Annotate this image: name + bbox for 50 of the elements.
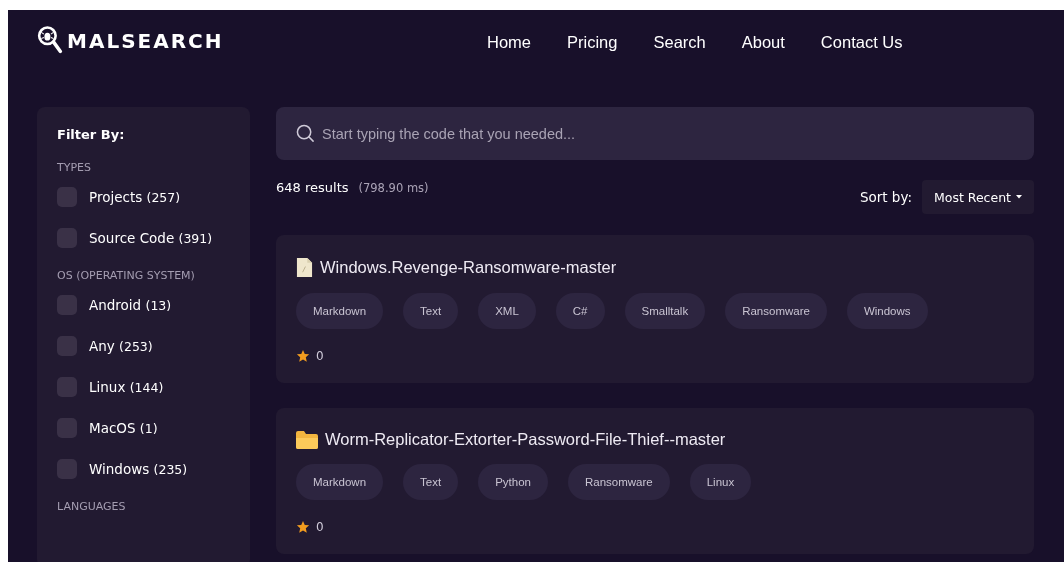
filter-option-label: Windows (235) — [89, 461, 188, 477]
checkbox[interactable] — [57, 336, 77, 356]
results-count: 648 results — [276, 180, 349, 195]
folder-icon — [296, 430, 318, 449]
tag[interactable]: XML — [478, 293, 536, 329]
tag[interactable]: Markdown — [296, 464, 384, 500]
tag[interactable]: Smalltalk — [624, 293, 706, 329]
tag[interactable]: Python — [478, 464, 548, 500]
result-title-link[interactable]: Windows.Revenge-Ransomware-master — [320, 258, 617, 277]
search-field[interactable]: Start typing the code that you needed... — [276, 107, 1034, 160]
result-title-link[interactable]: Worm-Replicator-Extorter-Password-File-Thief--master — [325, 430, 726, 449]
filter-heading: LANGUAGES — [57, 500, 127, 513]
tag[interactable]: Windows — [846, 293, 928, 329]
sort-dropdown[interactable]: Most Recent — [921, 180, 1034, 214]
filter-heading: TYPES — [57, 161, 92, 174]
checkbox[interactable] — [57, 459, 77, 479]
caret-icon — [1016, 195, 1022, 199]
nav-link[interactable]: About — [741, 32, 785, 52]
tag[interactable]: Text — [403, 464, 459, 500]
tag[interactable]: Ransomware — [725, 293, 827, 329]
nav-link[interactable]: Search — [653, 32, 706, 52]
filter-option-label: Android (13) — [89, 297, 172, 313]
checkbox[interactable] — [57, 187, 77, 207]
checkbox[interactable] — [57, 418, 77, 438]
star-icon — [296, 349, 310, 363]
nav-link[interactable]: Home — [487, 32, 531, 52]
filter-title: Filter By: — [57, 127, 126, 142]
query-time: (798.90 ms) — [358, 181, 429, 195]
filter-option-label: MacOS (1) — [89, 420, 158, 436]
nav-link[interactable]: Contact Us — [820, 32, 903, 52]
tag[interactable]: Text — [403, 293, 459, 329]
filter-option-label: Any (253) — [89, 338, 153, 354]
filter-option-label: Projects (257) — [89, 189, 181, 205]
document-icon — [296, 257, 313, 278]
tag[interactable]: Linux — [689, 464, 752, 500]
filter-option-label: Source Code (391) — [89, 230, 213, 246]
tag[interactable]: C# — [555, 293, 605, 329]
filter-heading: OS (OPERATING SYSTEM) — [57, 269, 196, 282]
tag[interactable]: Markdown — [296, 293, 384, 329]
star-count: 0 — [316, 349, 324, 363]
checkbox[interactable] — [57, 228, 77, 248]
star-count: 0 — [316, 520, 324, 534]
filter-option-label: Linux (144) — [89, 379, 164, 395]
tag[interactable]: Ransomware — [567, 464, 670, 500]
star-icon — [296, 520, 310, 534]
checkbox[interactable] — [57, 377, 77, 397]
logo-text: MALSEARCH — [67, 29, 224, 53]
checkbox[interactable] — [57, 295, 77, 315]
nav-link[interactable]: Pricing — [567, 32, 618, 52]
sort-label: Sort by: — [859, 189, 912, 205]
